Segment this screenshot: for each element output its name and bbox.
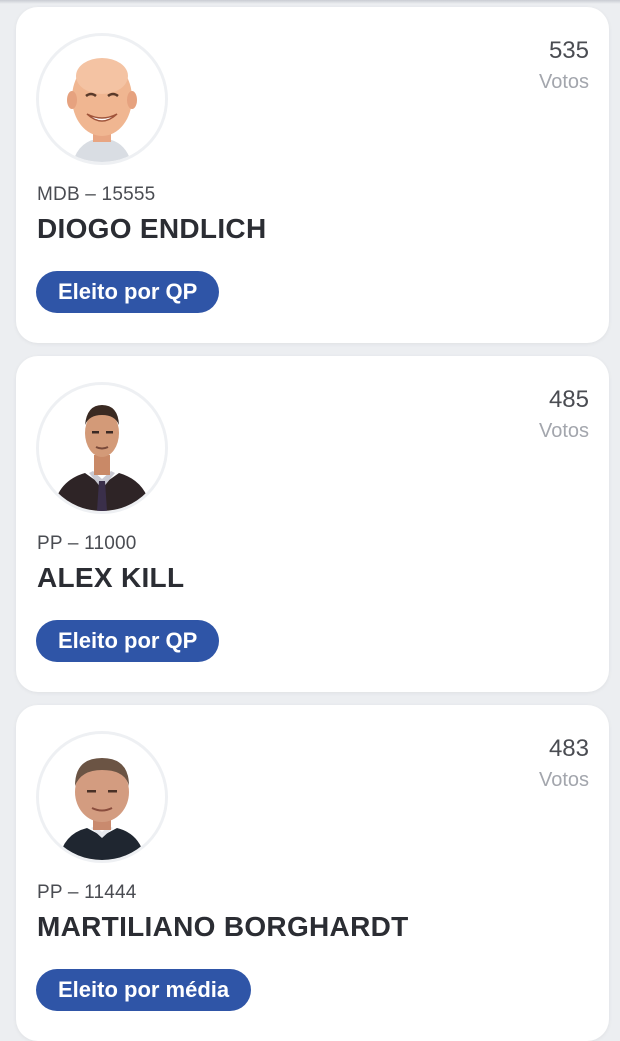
party-number: PP – 11444	[37, 882, 137, 903]
status-badge: Eleito por QP	[36, 271, 220, 313]
party-number: PP – 11000	[37, 533, 137, 554]
man-in-jacket-photo-icon	[39, 734, 165, 860]
candidate-photo	[36, 382, 168, 514]
status-badge: Eleito por QP	[36, 620, 220, 662]
candidate-card[interactable]: 485 Votos PP – 11000 ALEX KILL Eleito po…	[16, 356, 609, 692]
votes-label: Votos	[538, 769, 589, 791]
votes-label: Votos	[538, 420, 589, 442]
status-badge: Eleito por média	[36, 969, 252, 1011]
candidate-photo	[36, 33, 168, 165]
votes-count: 483	[548, 735, 589, 762]
top-divider	[0, 0, 620, 4]
candidate-name: ALEX KILL	[37, 562, 185, 593]
candidate-name: DIOGO ENDLICH	[37, 213, 267, 244]
bald-man-photo-icon	[39, 36, 165, 162]
candidate-photo	[36, 731, 168, 863]
candidate-card[interactable]: 483 Votos PP – 11444 MARTILIANO BORGHARD…	[16, 705, 609, 1041]
votes-count: 485	[548, 386, 589, 413]
man-in-suit-photo-icon	[39, 385, 165, 511]
candidate-card[interactable]: 535 Votos MDB – 15555 DIOGO ENDLICH Elei…	[16, 7, 609, 343]
party-number: MDB – 15555	[37, 184, 156, 205]
votes-count: 535	[548, 37, 589, 64]
candidate-name: MARTILIANO BORGHARDT	[37, 911, 409, 942]
votes-label: Votos	[538, 71, 589, 93]
